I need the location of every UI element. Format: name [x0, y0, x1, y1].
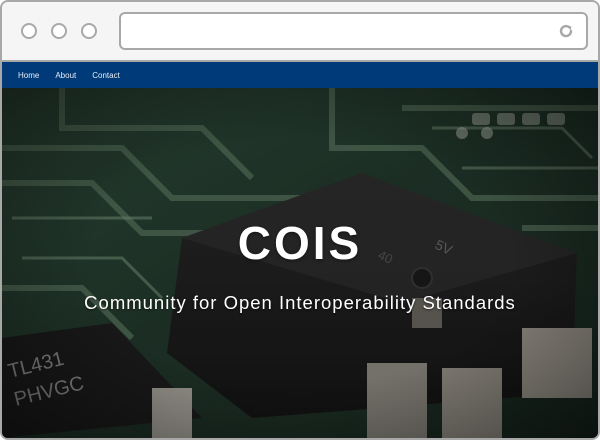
reload-icon[interactable]: [558, 23, 574, 39]
window-dot-icon[interactable]: [81, 23, 97, 39]
nav-link-about[interactable]: About: [55, 71, 76, 80]
nav-link-home[interactable]: Home: [18, 71, 39, 80]
window-dot-icon[interactable]: [21, 23, 37, 39]
browser-chrome: [2, 2, 598, 62]
nav-link-contact[interactable]: Contact: [92, 71, 120, 80]
top-navbar: Home About Contact: [2, 62, 598, 88]
hero-subtitle: Community for Open Interoperability Stan…: [84, 292, 516, 313]
hero-banner: 5V 40 TL431 PHVGC COIS Community for Ope…: [2, 88, 598, 438]
hero-title: COIS: [237, 217, 363, 269]
window-dot-icon[interactable]: [51, 23, 67, 39]
address-bar[interactable]: [119, 12, 588, 50]
browser-window: Home About Contact COIS Community for Op…: [0, 0, 600, 440]
